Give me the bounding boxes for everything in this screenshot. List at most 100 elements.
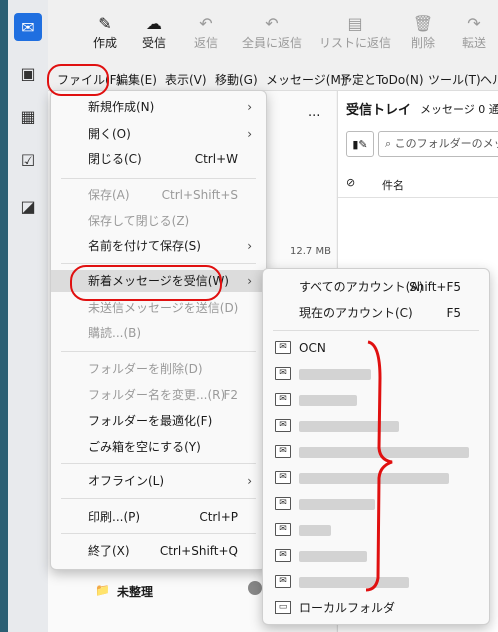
- mail-account-icon: ✉: [275, 341, 291, 354]
- menu-item-save[interactable]: 保存(A) Ctrl+Shift+S: [51, 185, 266, 205]
- menu-item-label: 保存(A): [88, 188, 130, 202]
- receive-button[interactable]: ☁ 受信: [124, 14, 184, 51]
- submenu-item-all-accounts[interactable]: すべてのアカウント(A) Shift+F5: [263, 277, 489, 297]
- tasks-icon[interactable]: ☑: [14, 146, 42, 174]
- submenu-item-local-folders[interactable]: ▭ ローカルフォルダ: [263, 598, 489, 618]
- menu-item-label: 終了(X): [88, 544, 130, 558]
- menu-tools[interactable]: ツール(T): [428, 71, 481, 88]
- reply-label: 返信: [193, 36, 218, 50]
- menu-item-new[interactable]: 新規作成(N) ›: [51, 97, 266, 117]
- mail-account-icon: ✉: [275, 419, 291, 432]
- folder-title: 受信トレイ: [346, 103, 412, 118]
- reply-button[interactable]: ↶ 返信: [176, 14, 236, 51]
- redacted-account-name: [299, 395, 357, 406]
- menu-item-delete-folder[interactable]: フォルダーを削除(D): [51, 359, 266, 379]
- search-input[interactable]: ⌕ このフォルダーのメッ: [378, 131, 498, 157]
- folder-unsorted[interactable]: 未整理: [117, 583, 153, 600]
- menu-item-label: フォルダーを削除(D): [88, 362, 203, 376]
- attachment-icon[interactable]: ⊘: [346, 176, 355, 189]
- menu-item-save-as[interactable]: 名前を付けて保存(S) ›: [51, 236, 266, 256]
- menu-help[interactable]: ヘル: [480, 71, 498, 88]
- menu-item-label: 保存して閉じる(Z): [88, 214, 190, 228]
- menu-view[interactable]: 表示(V): [165, 71, 207, 88]
- chevron-right-icon: ›: [247, 239, 252, 253]
- mail-space-icon[interactable]: ✉: [14, 13, 42, 41]
- menu-item-label: 現在のアカウント(C): [299, 306, 413, 320]
- submenu-item-current-account[interactable]: 現在のアカウント(C) F5: [263, 303, 489, 323]
- chevron-right-icon: ›: [247, 474, 252, 488]
- menu-item-quit[interactable]: 終了(X) Ctrl+Shift+Q: [51, 541, 266, 561]
- menu-item-get-new-messages[interactable]: 新着メッセージを受信(W) ›: [51, 270, 266, 292]
- main-toolbar: ✎ 作成 ☁ 受信 ↶ 返信 ↶ 全員に返信 ▤ リストに返信 🗑 削除 ↷ 転…: [48, 0, 498, 68]
- menu-item-label: 閉じる(C): [88, 152, 142, 166]
- menu-item-send-unsent[interactable]: 未送信メッセージを送信(D): [51, 298, 266, 318]
- desktop-edge: [0, 0, 8, 632]
- menu-item-label: OCN: [299, 341, 326, 355]
- menu-edit[interactable]: 編集(E): [116, 71, 157, 88]
- mail-account-icon: ✉: [275, 523, 291, 536]
- account-size: 12.7 MB: [290, 246, 331, 257]
- shortcut-label: Shift+F5: [409, 280, 461, 294]
- quick-filter-pin-button[interactable]: ▮✎: [346, 131, 374, 157]
- menu-file[interactable]: ファイル(F): [57, 71, 121, 88]
- chevron-right-icon: ›: [247, 100, 252, 114]
- folder-pane-menu-button[interactable]: ...: [308, 105, 320, 120]
- mail-account-icon: ✉: [275, 445, 291, 458]
- mail-account-icon: ✉: [275, 549, 291, 562]
- shortcut-label: Ctrl+W: [194, 152, 238, 166]
- reply-all-icon: ↶: [265, 14, 279, 33]
- menu-item-label: 新規作成(N): [88, 100, 155, 114]
- redacted-account-name: [299, 525, 331, 536]
- red-annotation-bracket: [365, 340, 393, 592]
- menu-item-save-close[interactable]: 保存して閉じる(Z): [51, 211, 266, 231]
- menu-separator: [61, 463, 256, 464]
- menu-message[interactable]: メッセージ(M): [266, 71, 345, 88]
- search-icon: ⌕: [385, 137, 392, 150]
- subject-column-header[interactable]: 件名: [382, 177, 404, 193]
- menu-separator: [273, 330, 479, 331]
- chevron-right-icon: ›: [247, 274, 252, 288]
- reply-list-button[interactable]: ▤ リストに返信: [317, 14, 393, 51]
- menu-separator: [61, 263, 256, 264]
- menu-item-label: 名前を付けて保存(S): [88, 239, 201, 253]
- delete-label: 削除: [410, 36, 435, 50]
- menu-item-label: 購読...(B): [88, 326, 142, 340]
- menu-item-label: ローカルフォルダ: [299, 601, 396, 615]
- message-count: メッセージ 0 通: [420, 103, 498, 116]
- menu-item-offline[interactable]: オフライン(L) ›: [51, 471, 266, 491]
- menu-item-open[interactable]: 開く(O) ›: [51, 124, 266, 144]
- menu-separator: [61, 498, 256, 499]
- menu-separator: [61, 351, 256, 352]
- menu-item-label: オフライン(L): [88, 474, 165, 488]
- chat-icon[interactable]: ◪: [14, 192, 42, 220]
- redacted-account-name: [299, 551, 367, 562]
- unread-badge: [248, 581, 262, 595]
- address-book-icon[interactable]: ▣: [14, 59, 42, 87]
- menu-item-label: フォルダー名を変更...(R): [88, 388, 226, 402]
- menu-item-subscribe[interactable]: 購読...(B): [51, 323, 266, 343]
- menu-item-label: 未送信メッセージを送信(D): [88, 301, 239, 315]
- menu-events-tasks[interactable]: 予定とToDo(N): [340, 71, 424, 88]
- menu-item-rename-folder[interactable]: フォルダー名を変更...(R) F2: [51, 385, 266, 405]
- file-menu: 新規作成(N) › 開く(O) › 閉じる(C) Ctrl+W 保存(A) Ctrl+S…: [50, 90, 267, 570]
- forward-button[interactable]: ↷ 転送: [444, 14, 498, 51]
- menu-item-label: すべてのアカウント(A): [299, 280, 424, 294]
- receive-label: 受信: [141, 36, 166, 50]
- reply-icon: ↶: [199, 14, 213, 33]
- menu-item-label: 開く(O): [88, 127, 131, 141]
- redacted-account-name: [299, 369, 371, 380]
- forward-label: 転送: [461, 36, 486, 50]
- reply-all-button[interactable]: ↶ 全員に返信: [242, 14, 302, 51]
- menu-item-print[interactable]: 印刷...(P) Ctrl+P: [51, 507, 266, 527]
- pin-icon: ▮✎: [352, 137, 368, 151]
- menu-item-label: 新着メッセージを受信(W): [88, 274, 229, 288]
- menu-item-close[interactable]: 閉じる(C) Ctrl+W: [51, 149, 266, 169]
- calendar-icon[interactable]: ▦: [14, 102, 42, 130]
- menu-go[interactable]: 移動(G): [215, 71, 258, 88]
- folder-icon: 📁: [95, 583, 110, 597]
- menu-item-label: フォルダーを最適化(F): [88, 414, 213, 428]
- shortcut-label: F2: [223, 388, 238, 402]
- reply-all-label: 全員に返信: [242, 36, 303, 50]
- menu-item-compact-folders[interactable]: フォルダーを最適化(F): [51, 411, 266, 431]
- menu-item-empty-trash[interactable]: ごみ箱を空にする(Y): [51, 437, 266, 457]
